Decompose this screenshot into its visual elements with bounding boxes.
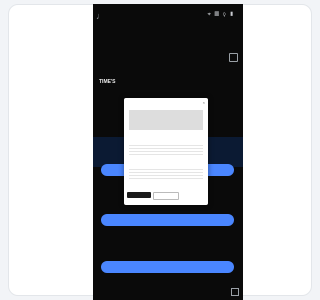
tertiary-button[interactable] xyxy=(101,261,234,273)
accept-button[interactable] xyxy=(127,192,151,198)
close-icon[interactable]: × xyxy=(203,100,205,105)
corner-icon[interactable] xyxy=(231,288,239,296)
dialog-text-3 xyxy=(129,167,203,181)
status-bar: ♩ ⌖ ▦ ⚲ ▮ xyxy=(93,10,243,21)
status-icons: ⌖ ▦ ⚲ ▮ xyxy=(207,12,235,18)
settings-button[interactable] xyxy=(179,192,205,198)
consent-dialog: × xyxy=(124,98,208,205)
microphone-icon[interactable]: ♩ xyxy=(96,11,105,21)
page-title: TIME'S xyxy=(99,79,116,85)
menu-icon[interactable] xyxy=(229,53,238,62)
dialog-text-1 xyxy=(129,110,203,130)
reject-button[interactable] xyxy=(153,192,179,200)
dialog-text-2 xyxy=(129,143,203,157)
secondary-button[interactable] xyxy=(101,214,234,226)
